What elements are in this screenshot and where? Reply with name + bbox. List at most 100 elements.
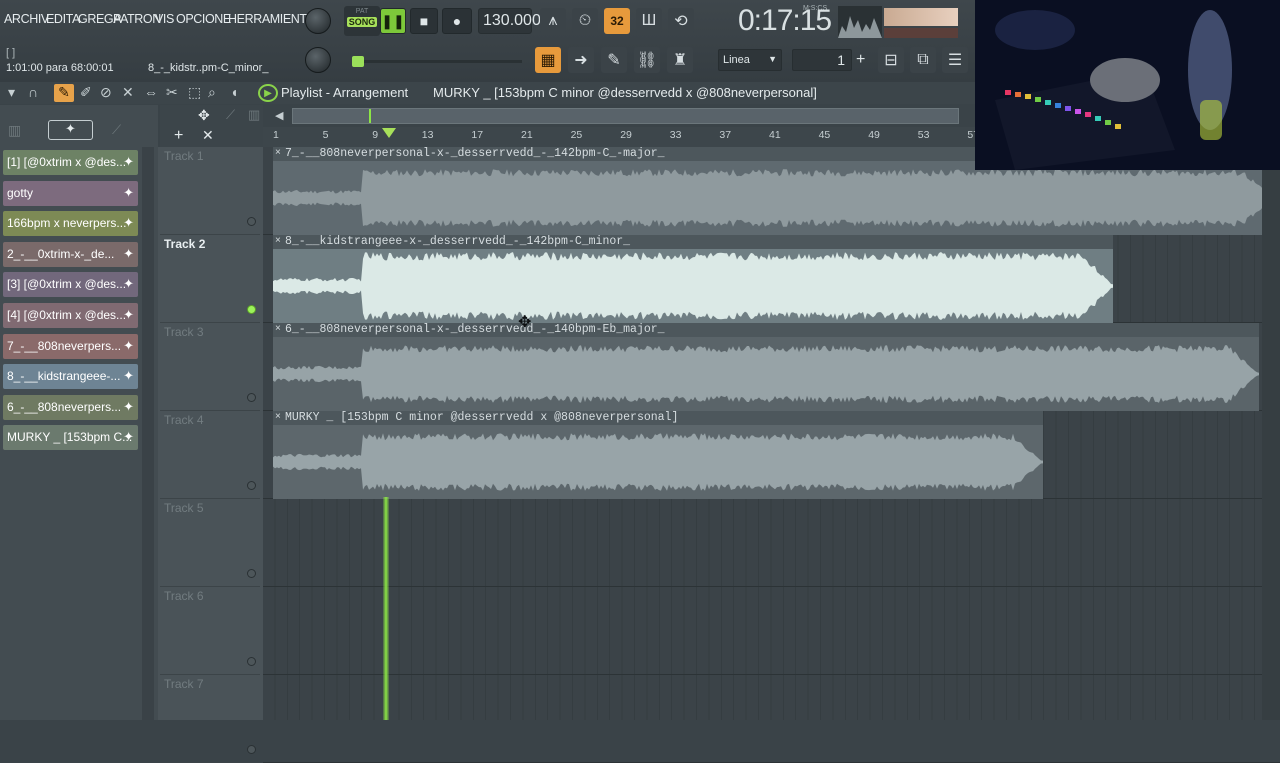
add-track-icon[interactable]: +	[174, 127, 183, 145]
zoom-tool-icon[interactable]: ⌕	[208, 84, 216, 101]
audio-clip[interactable]: 8_-__kidstrangeee-x-_desserrvedd_-_142bp…	[273, 235, 1113, 323]
clip-title[interactable]: 6_-__808neverpersonal-x-_desserrvedd_-_1…	[273, 323, 1259, 337]
audio-clip[interactable]: 6_-__808neverpersonal-x-_desserrvedd_-_1…	[273, 323, 1259, 411]
track-mute-toggle[interactable]	[247, 657, 256, 666]
master-pitch-slider-handle[interactable]	[352, 56, 364, 67]
track-mute-toggle[interactable]	[247, 305, 256, 314]
typing-keyboard-icon[interactable]: ▦	[535, 47, 561, 73]
plus-icon[interactable]: +	[856, 51, 865, 69]
stop-icon: ■	[419, 13, 429, 29]
pencil-icon[interactable]: ✎	[601, 47, 627, 73]
snap-select[interactable]: Linea ▼	[718, 49, 782, 71]
menu-herramientas[interactable]: HERRAMIENTA	[228, 12, 314, 26]
pattern-item[interactable]: [1] [@0xtrim x @des... ✦	[3, 150, 138, 175]
loop-record-icon[interactable]: ⟲	[668, 8, 694, 34]
clip-title[interactable]: 8_-__kidstrangeee-x-_desserrvedd_-_142bp…	[273, 235, 1113, 249]
track-mute-toggle[interactable]	[247, 745, 256, 754]
menu-opciones[interactable]: OPCIONE	[176, 12, 231, 26]
close-icon[interactable]: ✕	[202, 127, 214, 144]
menu-edita[interactable]: EDITA	[46, 12, 80, 26]
draw-tool-icon[interactable]: ✎	[54, 84, 74, 102]
audio-clips-filter-icon[interactable]: ✦	[48, 120, 93, 140]
track-mute-toggle[interactable]	[247, 481, 256, 490]
metronome-icon[interactable]: ⩚	[540, 8, 566, 34]
arrangement-name[interactable]: MURKY _ [153bpm C minor @desserrvedd x @…	[433, 85, 817, 100]
track-header[interactable]: Track 1	[160, 147, 260, 235]
wait-record-icon[interactable]: ⏲	[572, 8, 598, 34]
track-header[interactable]: Track 6	[160, 587, 260, 675]
stop-button[interactable]: ■	[410, 8, 438, 34]
track-mute-toggle[interactable]	[247, 393, 256, 402]
step-field[interactable]: 1	[792, 49, 852, 71]
track-name[interactable]: Track 5	[164, 501, 204, 515]
snap-cursor-icon[interactable]: ✥	[198, 107, 210, 124]
track-name[interactable]: Track 4	[164, 413, 204, 427]
slip-tool-icon[interactable]: ⇔	[144, 84, 158, 100]
track-mute-toggle[interactable]	[247, 217, 256, 226]
pattern-item[interactable]: MURKY _ [153bpm C... ✦	[3, 425, 138, 451]
mute-tool-icon[interactable]: ✕	[122, 84, 134, 101]
menu-archivo[interactable]: ARCHIV	[4, 12, 49, 26]
scroll-left-icon[interactable]: ◀	[275, 109, 283, 122]
stamp-icon[interactable]: ♜	[667, 47, 693, 73]
pause-button[interactable]: ❚❚	[380, 8, 406, 34]
paint-brush-icon[interactable]: ✐	[80, 84, 92, 101]
menu-vista[interactable]: VIS	[155, 12, 174, 26]
pattern-item[interactable]: 8_-__kidstrangeee-... ✦	[3, 364, 138, 390]
master-pitch-knob[interactable]	[305, 47, 331, 73]
clip-title[interactable]: MURKY _ [153bpm C minor @desserrvedd x @…	[273, 411, 1043, 425]
step-edit-icon[interactable]: Ш	[636, 8, 662, 34]
master-volume-knob[interactable]	[305, 8, 331, 34]
menu-patron[interactable]: PATRON	[113, 12, 161, 26]
track-header[interactable]: Track 4	[160, 411, 260, 499]
playlist-menu-arrow-icon[interactable]: ▾	[8, 84, 15, 101]
pattern-label: 7_-__808neverpers...	[7, 338, 122, 353]
track-name[interactable]: Track 1	[164, 149, 204, 163]
pattern-item[interactable]: [4] [@0xtrim x @des... ✦	[3, 303, 138, 328]
channel-rack-icon[interactable]: ⧉	[910, 47, 936, 73]
pattern-counter[interactable]: 32	[604, 8, 630, 34]
horizontal-scrollbar[interactable]	[292, 108, 959, 124]
clip-menu-icon[interactable]: ×	[275, 323, 281, 334]
delete-tool-icon[interactable]: ⊘	[100, 84, 112, 101]
piano-icon[interactable]: ▥	[8, 122, 21, 139]
select-tool-icon[interactable]: ⬚	[188, 84, 201, 101]
slice-tool-icon[interactable]: ✂	[166, 84, 178, 101]
pattern-item[interactable]: 6_-__808neverpers... ✦	[3, 394, 138, 420]
playhead-marker[interactable]	[382, 128, 396, 138]
track-header[interactable]: Track 3	[160, 323, 260, 411]
pattern-item[interactable]: 2_-__0xtrim-x-_de... ✦	[3, 241, 138, 267]
pattern-item[interactable]: [3] [@0xtrim x @des... ✦	[3, 272, 138, 298]
tempo-display[interactable]: 130.000	[478, 8, 541, 34]
track-header[interactable]: Track 2	[160, 235, 260, 323]
arrow-right-icon[interactable]: ➜	[568, 47, 594, 73]
magnet-icon[interactable]: ∩	[28, 84, 38, 100]
playlist-play-icon[interactable]: ▶	[258, 84, 278, 102]
picker-scrollbar[interactable]	[142, 147, 154, 720]
timeline-ruler[interactable]: 1 5 9 13 17 21 25 29 33 37 41 45 49 53 57	[263, 127, 980, 147]
clip-menu-icon[interactable]: ×	[275, 235, 281, 246]
mixer-icon[interactable]: ⊟	[878, 47, 904, 73]
vertical-scrollbar[interactable]	[1262, 170, 1280, 720]
record-button[interactable]: ●	[442, 8, 472, 34]
track-name[interactable]: Track 7	[164, 677, 204, 691]
link-icon[interactable]: ⛓	[634, 47, 660, 73]
master-pitch-slider-track[interactable]	[352, 60, 522, 63]
automation-icon[interactable]: ⟋	[112, 122, 121, 138]
track-header[interactable]: Track 7	[160, 675, 260, 763]
pattern-item[interactable]: 7_-__808neverpers... ✦	[3, 333, 138, 359]
playback-tool-icon[interactable]: ◖	[230, 84, 238, 100]
audio-clip[interactable]: MURKY _ [153bpm C minor @desserrvedd x @…	[273, 411, 1043, 499]
audio-clip-icon: ✦	[123, 307, 134, 322]
track-name[interactable]: Track 6	[164, 589, 204, 603]
pattern-item[interactable]: 166bpm x neverpers... ✦	[3, 211, 138, 237]
pattern-item[interactable]: gotty ✦	[3, 180, 138, 206]
track-name[interactable]: Track 2	[164, 237, 205, 251]
clip-menu-icon[interactable]: ×	[275, 147, 281, 158]
track-name[interactable]: Track 3	[164, 325, 204, 339]
track-mute-toggle[interactable]	[247, 569, 256, 578]
clip-menu-icon[interactable]: ×	[275, 411, 281, 422]
pat-song-toggle[interactable]: PAT SONG	[344, 6, 380, 36]
piano-roll-icon[interactable]: ☰	[942, 47, 968, 73]
track-header[interactable]: Track 5	[160, 499, 260, 587]
